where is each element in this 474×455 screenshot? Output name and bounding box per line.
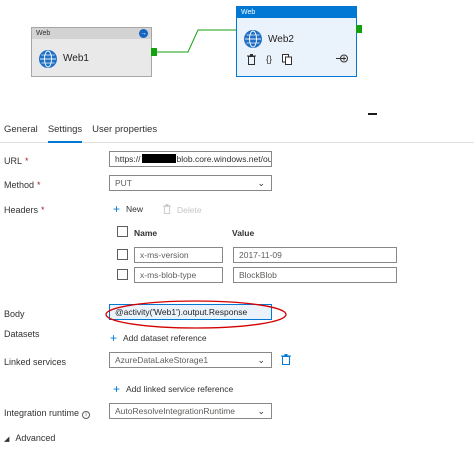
- chevron-down-icon: ⌄: [257, 406, 265, 416]
- info-icon[interactable]: i: [82, 411, 91, 419]
- body-field[interactable]: @activity('Web1').output.Response: [109, 304, 272, 320]
- add-output-icon[interactable]: [336, 54, 348, 65]
- delete-linked-service-icon[interactable]: [281, 354, 291, 365]
- code-braces-icon[interactable]: {}: [264, 53, 274, 65]
- body-label: Body: [4, 309, 25, 319]
- datasets-label: Datasets: [4, 329, 40, 339]
- delete-icon[interactable]: [246, 53, 256, 65]
- chevron-down-icon: ⌄: [257, 355, 265, 365]
- activity-web2[interactable]: Web Web2 {}: [236, 6, 357, 77]
- method-select[interactable]: PUT ⌄: [109, 175, 272, 191]
- redacted-text: [141, 154, 176, 163]
- header-value-field[interactable]: BlockBlob: [233, 267, 397, 283]
- activity-type-label: Web: [237, 7, 356, 18]
- add-linked-service-reference-button[interactable]: + Add linked service reference: [113, 382, 233, 396]
- delete-header-button[interactable]: Delete: [163, 204, 202, 215]
- header-row-checkbox[interactable]: [117, 249, 128, 260]
- header-name-field[interactable]: x-ms-blob-type: [134, 267, 223, 283]
- url-field[interactable]: https://blob.core.windows.net/out: [109, 151, 272, 167]
- chevron-down-icon: ⌄: [257, 178, 265, 188]
- panel-splitter[interactable]: [368, 113, 377, 115]
- linked-service-select[interactable]: AzureDataLakeStorage1 ⌄: [109, 352, 272, 368]
- globe-icon: [39, 50, 57, 68]
- integration-runtime-select[interactable]: AutoResolveIntegrationRuntime ⌄: [109, 403, 272, 419]
- plus-icon: +: [113, 202, 121, 216]
- url-label: URL *: [4, 156, 29, 166]
- properties-tabs: General Settings User properties: [0, 117, 474, 143]
- tab-user-properties[interactable]: User properties: [88, 117, 163, 142]
- advanced-toggle[interactable]: ◢ Advanced: [4, 433, 55, 443]
- go-arrow-icon[interactable]: →: [139, 29, 148, 38]
- plus-icon: +: [113, 382, 121, 396]
- expand-triangle-icon: ◢: [4, 436, 10, 443]
- activity-output-port[interactable]: [151, 48, 157, 56]
- globe-icon: [244, 30, 262, 48]
- activity-name: Web1: [63, 53, 89, 64]
- delete-icon: [163, 204, 171, 214]
- tab-general[interactable]: General: [0, 117, 44, 142]
- activity-output-port[interactable]: [356, 25, 362, 33]
- new-header-button[interactable]: + New: [113, 202, 143, 216]
- pipeline-canvas[interactable]: Web → Web1 Web Web2 {}: [0, 0, 474, 112]
- activity-name: Web2: [268, 34, 294, 45]
- header-row-checkbox[interactable]: [117, 269, 128, 280]
- headers-label: Headers *: [4, 205, 45, 215]
- header-name-field[interactable]: x-ms-version: [134, 247, 223, 263]
- integration-runtime-label: Integration runtime i: [4, 408, 91, 419]
- tab-settings[interactable]: Settings: [44, 117, 88, 143]
- linked-services-label: Linked services: [4, 357, 67, 367]
- plus-icon: +: [110, 331, 118, 345]
- activity-toolbar: {}: [246, 53, 292, 65]
- select-all-headers-checkbox[interactable]: [117, 226, 128, 237]
- copy-icon[interactable]: [282, 53, 292, 65]
- header-col-value: Value: [232, 228, 255, 238]
- activity-type-label: Web: [32, 28, 151, 39]
- header-col-name: Name: [134, 228, 158, 238]
- header-value-field[interactable]: 2017-11-09: [233, 247, 397, 263]
- activity-web1[interactable]: Web → Web1: [31, 27, 152, 77]
- method-label: Method *: [4, 180, 41, 190]
- add-dataset-reference-button[interactable]: + Add dataset reference: [110, 331, 207, 345]
